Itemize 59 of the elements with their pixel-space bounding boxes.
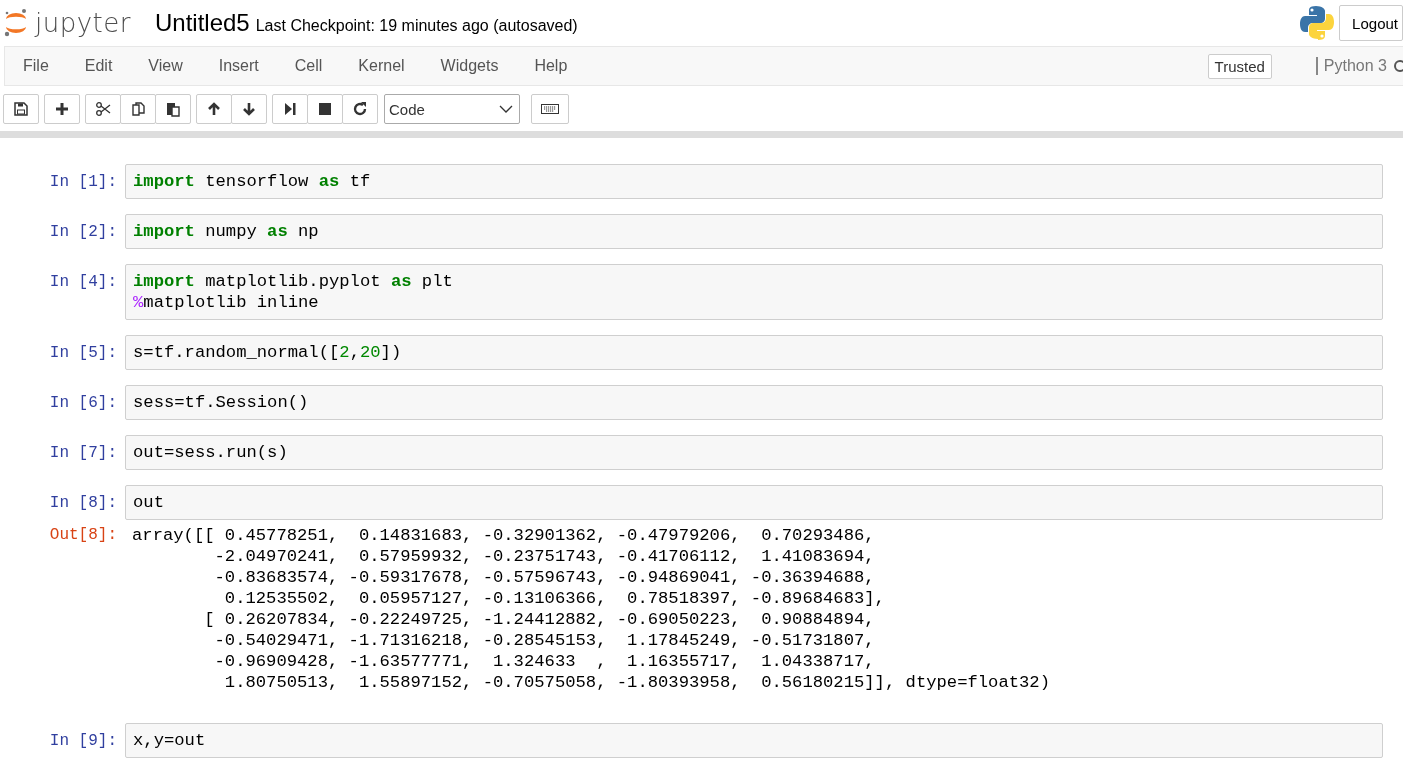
toolbar-button[interactable]	[307, 94, 343, 124]
input-prompt: In [2]:	[48, 222, 118, 243]
toolbar-button[interactable]	[120, 94, 156, 124]
kernel-name: Python 3	[1315, 57, 1387, 75]
menu-item[interactable]: Help	[534, 53, 568, 79]
menu-item[interactable]: Cell	[294, 53, 323, 79]
toolbar-button[interactable]	[155, 94, 191, 124]
input-prompt: In [4]:	[48, 272, 118, 293]
scissors-icon	[95, 101, 111, 117]
output-text: array([[ 0.45778251, 0.14831683, -0.32901362, -0.47979206, 0.70293486, -2.04970241, 0.57959932, -0.23751743, -0.41706112, 1.41083694, -0.83683574, -0.59317678, -0.57596743, -0.94869041, -0.36394688, 0.12535502, 0.05957127, -0.13106366, 0.78518397, -0.89684683], [ 0.26207834, -0.22249725, -1.24412882, -0.69050223, 0.90884894, -0.54029471, -1.71316218, -0.28545153, 1.17845249, -0.51731807, -0.96909428, -1.63577771, 1.324633 , 1.16355717, 1.04338717, 1.80750513, 1.55897152, -0.70575058, -1.80393958, 0.56180215]], dtype=float32)	[131, 525, 1051, 694]
logout-button[interactable]: Logout	[1339, 5, 1403, 41]
cell-type-dropdown[interactable]: Code	[384, 94, 520, 124]
input-prompt: In [8]:	[48, 493, 118, 514]
step-forward-icon	[282, 101, 298, 117]
caret-icon	[499, 105, 513, 113]
menu-item[interactable]: File	[23, 53, 49, 79]
menu-item[interactable]: Kernel	[358, 53, 405, 79]
input-prompt: In [9]:	[48, 731, 118, 752]
toolbar-button[interactable]	[3, 94, 39, 124]
save-icon	[13, 101, 29, 117]
toolbar-button[interactable]	[272, 94, 308, 124]
toolbar-button[interactable]	[196, 94, 232, 124]
trusted-indicator[interactable]: Trusted	[1207, 53, 1272, 79]
code-cell-input[interactable]: import numpy as np	[125, 214, 1383, 249]
input-prompt: In [7]:	[48, 443, 118, 464]
keyboard-icon	[541, 101, 559, 117]
stop-icon	[317, 101, 333, 117]
logo-text: jupyter	[35, 8, 131, 38]
code-cell-input[interactable]: sess=tf.Session()	[125, 385, 1383, 420]
menu-item[interactable]: Insert	[218, 53, 259, 79]
toolbar-button[interactable]	[44, 94, 80, 124]
code-cell-input[interactable]: out=sess.run(s)	[125, 435, 1383, 470]
arrow-down-icon	[241, 101, 257, 117]
code-cell-input[interactable]: import matplotlib.pyplot as plt %matplotlib inline	[125, 264, 1383, 320]
restart-icon	[352, 101, 368, 117]
code-cell-input[interactable]: import tensorflow as tf	[125, 164, 1383, 199]
menu-item[interactable]: Edit	[84, 53, 113, 79]
plus-icon	[54, 101, 70, 117]
kernel-status-icon	[1393, 59, 1403, 73]
menu-item[interactable]: Widgets	[440, 53, 499, 79]
input-prompt: In [6]:	[48, 393, 118, 414]
notebook-name[interactable]: Untitled5	[155, 9, 250, 37]
python-logo-icon	[1299, 4, 1336, 42]
toolbar-button[interactable]	[531, 94, 569, 124]
copy-icon	[130, 101, 146, 117]
code-cell-input[interactable]: s=tf.random_normal([2,20])	[125, 335, 1383, 370]
toolbar-button[interactable]	[342, 94, 378, 124]
jupyter-logo-icon	[3, 8, 29, 38]
input-prompt: In [5]:	[48, 343, 118, 364]
checkpoint-status: Last Checkpoint: 19 minutes ago (autosaved)	[255, 16, 578, 35]
input-prompt: In [1]:	[48, 172, 118, 193]
code-cell-input[interactable]: out	[125, 485, 1383, 520]
toolbar-button[interactable]	[231, 94, 267, 124]
arrow-up-icon	[206, 101, 222, 117]
menu-item[interactable]: View	[148, 53, 183, 79]
code-cell-input[interactable]: x,y=out	[125, 723, 1383, 758]
toolbar-button[interactable]	[85, 94, 121, 124]
output-prompt: Out[8]:	[48, 525, 118, 546]
paste-icon	[165, 101, 181, 117]
